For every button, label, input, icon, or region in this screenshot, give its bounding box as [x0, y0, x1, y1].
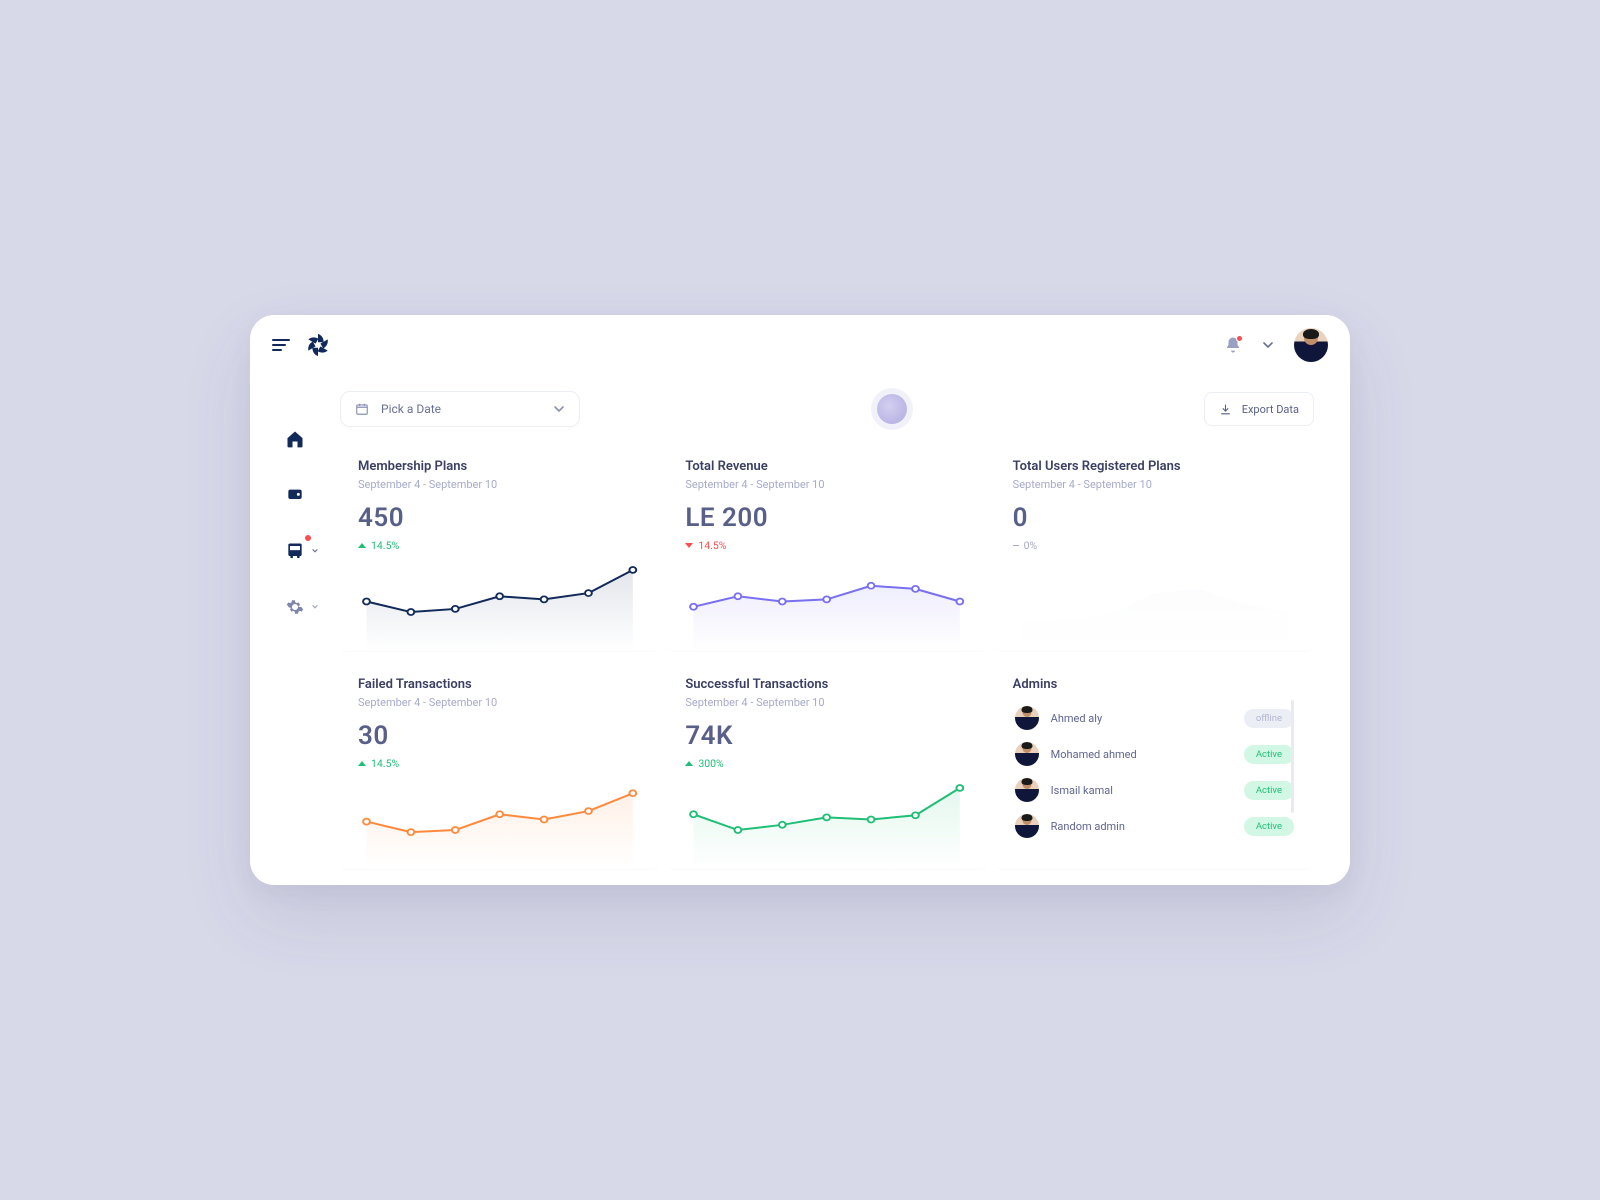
card-value: 74K: [685, 721, 968, 751]
avatar: [1015, 778, 1039, 802]
card-subtitle: September 4 - September 10: [358, 478, 641, 491]
card-success: Successful Transactions September 4 - Se…: [667, 659, 986, 869]
card-delta: 14.5%: [685, 539, 968, 552]
card-title: Membership Plans: [358, 459, 641, 474]
admin-name: Ahmed aly: [1051, 712, 1232, 725]
id-card-icon: [284, 487, 306, 503]
admin-row[interactable]: Mohamed ahmed Active: [1013, 736, 1296, 772]
chevron-down-icon: [311, 547, 319, 555]
card-subtitle: September 4 - September 10: [685, 696, 968, 709]
avatar: [1015, 814, 1039, 838]
gear-icon: [286, 598, 304, 616]
notification-dot: [305, 535, 311, 541]
chevron-down-icon: [553, 403, 565, 415]
card-value: 30: [358, 721, 641, 751]
admin-name: Mohamed ahmed: [1051, 748, 1232, 761]
card-value: 450: [358, 503, 641, 533]
sidebar-item-transport[interactable]: [281, 537, 309, 565]
status-badge: Active: [1244, 817, 1294, 836]
admin-row[interactable]: Ismail kamal Active: [1013, 772, 1296, 808]
trend-flat-icon: [1013, 545, 1019, 547]
status-badge: Active: [1244, 745, 1294, 764]
card-membership: Membership Plans September 4 - September…: [340, 441, 659, 651]
header: [250, 315, 1350, 375]
card-subtitle: September 4 - September 10: [358, 696, 641, 709]
download-icon: [1219, 403, 1232, 416]
sparkline-chart: [358, 552, 641, 651]
profile-chevron-down-icon[interactable]: [1262, 339, 1274, 351]
card-delta: 300%: [685, 757, 968, 770]
loading-indicator: [877, 394, 907, 424]
card-delta: 14.5%: [358, 757, 641, 770]
trend-up-icon: [685, 761, 693, 766]
menu-icon[interactable]: [272, 339, 290, 351]
sparkline-chart: [358, 770, 641, 869]
home-icon: [285, 429, 305, 449]
trend-up-icon: [358, 761, 366, 766]
notifications-bell-icon[interactable]: [1224, 336, 1242, 354]
bus-icon: [285, 541, 305, 561]
admin-row[interactable]: Random admin Active: [1013, 808, 1296, 844]
avatar: [1015, 742, 1039, 766]
sparkline-chart: [685, 552, 968, 651]
chevron-down-icon: [311, 603, 319, 611]
calendar-icon: [355, 402, 369, 416]
admin-name: Ismail kamal: [1051, 784, 1232, 797]
sidebar-item-users[interactable]: [281, 481, 309, 509]
date-picker-label: Pick a Date: [381, 402, 441, 416]
card-value: LE 200: [685, 503, 968, 533]
trend-up-icon: [358, 543, 366, 548]
app-window: Pick a Date Export Data Membership Plans…: [250, 315, 1350, 885]
cards-grid: Membership Plans September 4 - September…: [340, 441, 1314, 885]
sidebar: [250, 375, 340, 885]
card-title: Admins: [1013, 677, 1296, 692]
card-users: Total Users Registered Plans September 4…: [995, 441, 1314, 651]
card-failed: Failed Transactions September 4 - Septem…: [340, 659, 659, 869]
card-subtitle: September 4 - September 10: [685, 478, 968, 491]
status-badge: offline: [1244, 709, 1294, 728]
sidebar-item-home[interactable]: [281, 425, 309, 453]
trend-down-icon: [685, 543, 693, 548]
card-delta: 0%: [1013, 539, 1296, 552]
card-subtitle: September 4 - September 10: [1013, 478, 1296, 491]
card-delta: 14.5%: [358, 539, 641, 552]
scrollbar[interactable]: [1291, 700, 1294, 861]
card-admins: Admins Ahmed aly offline Mohamed ahmed Acti…: [995, 659, 1314, 869]
card-revenue: Total Revenue September 4 - September 10…: [667, 441, 986, 651]
sparkline-chart: [685, 770, 968, 869]
admins-list[interactable]: Ahmed alyofflineMohamed ahmedActiveIsmai…: [1013, 700, 1296, 861]
status-badge: Active: [1244, 781, 1294, 800]
sparkline-chart: [1013, 552, 1296, 651]
admin-row[interactable]: Ahmed aly offline: [1013, 700, 1296, 736]
card-title: Total Revenue: [685, 459, 968, 474]
card-title: Successful Transactions: [685, 677, 968, 692]
avatar: [1015, 706, 1039, 730]
date-picker[interactable]: Pick a Date: [340, 391, 580, 427]
export-button[interactable]: Export Data: [1204, 392, 1314, 426]
main-content: Pick a Date Export Data Membership Plans…: [340, 375, 1350, 885]
card-title: Total Users Registered Plans: [1013, 459, 1296, 474]
admin-name: Random admin: [1051, 820, 1232, 833]
toolbar: Pick a Date Export Data: [340, 391, 1314, 427]
card-value: 0: [1013, 503, 1296, 533]
logo-icon[interactable]: [304, 331, 332, 359]
sidebar-item-settings[interactable]: [281, 593, 309, 621]
profile-avatar[interactable]: [1294, 328, 1328, 362]
notification-dot: [1236, 335, 1243, 342]
export-label: Export Data: [1242, 403, 1299, 416]
card-title: Failed Transactions: [358, 677, 641, 692]
